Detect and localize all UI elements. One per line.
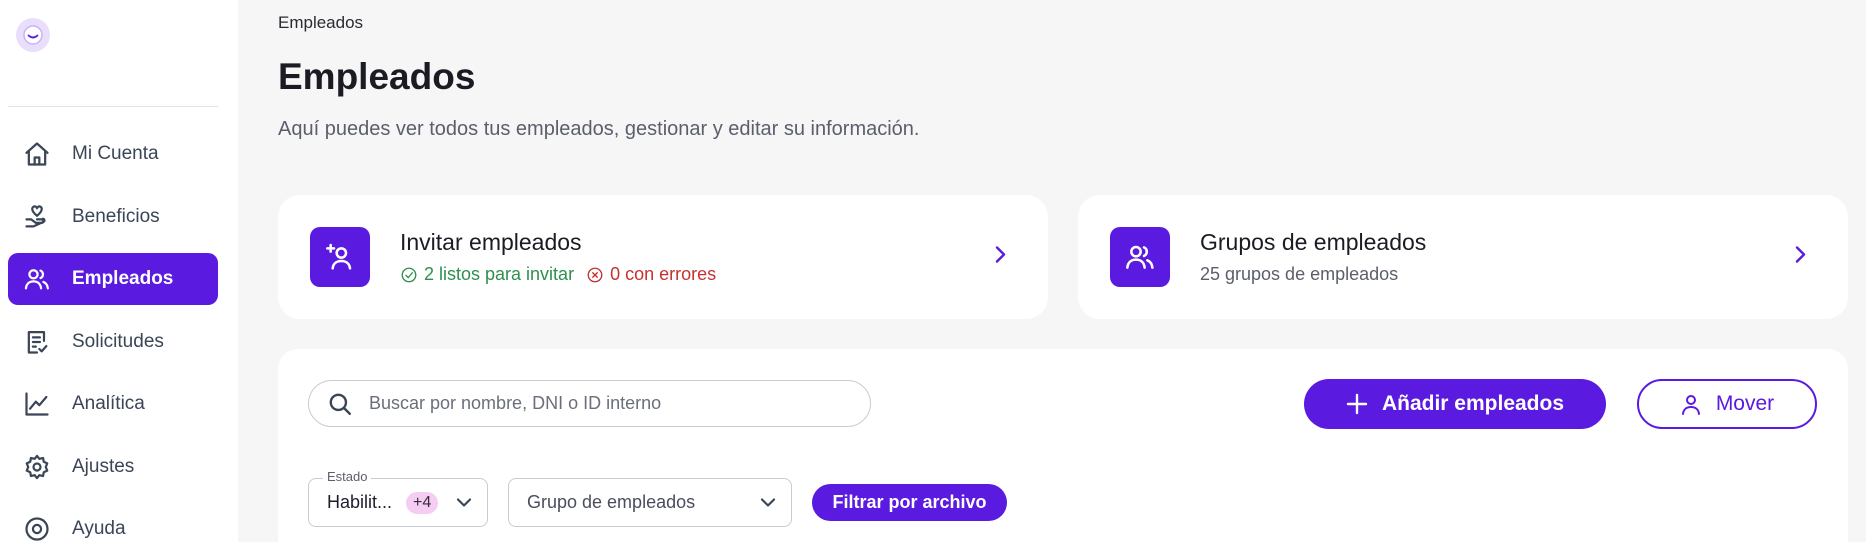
sidebar-item-label: Empleados — [72, 268, 174, 289]
search-input[interactable] — [369, 393, 829, 414]
chevron-down-icon — [455, 492, 473, 513]
move-button[interactable]: Mover — [1637, 379, 1817, 429]
sidebar-item-ayuda[interactable]: Ayuda — [8, 503, 218, 542]
sidebar-nav: Mi Cuenta Beneficios Empleados Solicitud… — [8, 128, 218, 542]
error-count-text: 0 con errores — [610, 264, 717, 284]
sidebar-item-beneficios[interactable]: Beneficios — [8, 191, 218, 243]
add-employees-label: Añadir empleados — [1381, 392, 1565, 415]
sidebar-item-solicitudes[interactable]: Solicitudes — [8, 316, 218, 368]
plus-icon — [1346, 393, 1368, 415]
employee-groups-card[interactable]: Grupos de empleados 25 grupos de emplead… — [1078, 195, 1848, 319]
invite-card-text: Invitar empleados 2 listos para invitar … — [400, 229, 716, 285]
error-status: 0 con errores — [586, 264, 716, 285]
smiley-logo-icon[interactable] — [16, 18, 50, 52]
check-circle-icon — [401, 267, 417, 282]
sidebar-item-empleados[interactable]: Empleados — [8, 253, 218, 305]
sidebar-item-mi-cuenta[interactable]: Mi Cuenta — [8, 128, 218, 180]
chevron-down-icon — [759, 492, 777, 513]
ready-count-text: 2 listos para invitar — [424, 264, 575, 284]
users-group-icon — [1110, 227, 1170, 287]
estado-extra-count-badge: +4 — [406, 491, 439, 514]
groups-card-subtitle: 25 grupos de empleados — [1200, 264, 1399, 284]
estado-filter-label: Estado — [323, 469, 372, 484]
user-icon — [1681, 395, 1700, 415]
employee-group-filter-select[interactable]: Grupo de empleados — [508, 478, 792, 527]
sidebar-divider — [8, 106, 218, 107]
invite-card-status: 2 listos para invitar 0 con errores — [400, 264, 716, 285]
home-icon — [22, 139, 52, 169]
gear-icon — [22, 452, 52, 482]
filter-by-file-button[interactable]: Filtrar por archivo — [812, 484, 1007, 521]
sidebar-item-analitica[interactable]: Analítica — [8, 378, 218, 430]
chevron-right-icon — [990, 243, 1010, 272]
search-icon — [329, 393, 351, 415]
x-circle-icon — [587, 267, 603, 282]
sidebar-item-label: Ayuda — [72, 518, 126, 539]
sidebar-item-label: Solicitudes — [72, 330, 164, 352]
breadcrumb[interactable]: Empleados — [278, 13, 363, 33]
user-plus-icon — [310, 227, 370, 287]
chevron-right-icon — [1790, 243, 1810, 272]
invite-card-title: Invitar empleados — [400, 229, 582, 255]
users-icon — [22, 264, 52, 294]
estado-selected-value: Habilit... — [327, 492, 393, 512]
sidebar-item-label: Ajustes — [72, 455, 135, 477]
sidebar-item-ajustes[interactable]: Ajustes — [8, 441, 218, 493]
groups-card-title: Grupos de empleados — [1200, 229, 1427, 255]
ready-status: 2 listos para invitar — [400, 264, 574, 285]
page-title: Empleados — [278, 56, 476, 97]
hand-heart-icon — [22, 202, 52, 232]
sidebar: Mi Cuenta Beneficios Empleados Solicitud… — [0, 0, 238, 542]
employee-group-placeholder: Grupo de empleados — [527, 492, 696, 512]
groups-card-text: Grupos de empleados 25 grupos de emplead… — [1200, 229, 1426, 285]
chart-line-icon — [22, 389, 52, 419]
add-employees-button[interactable]: Añadir empleados — [1304, 379, 1606, 429]
page-subtitle: Aquí puedes ver todos tus empleados, ges… — [278, 118, 920, 140]
move-label: Mover — [1715, 392, 1775, 415]
sidebar-item-label: Mi Cuenta — [72, 143, 159, 164]
sidebar-item-label: Analítica — [72, 393, 145, 414]
sidebar-item-label: Beneficios — [72, 205, 160, 227]
estado-filter-select[interactable]: Estado Habilit... +4 — [308, 469, 488, 527]
search-box[interactable] — [308, 380, 871, 427]
document-check-icon — [22, 327, 52, 357]
help-icon — [22, 514, 52, 542]
invite-employees-card[interactable]: Invitar empleados 2 listos para invitar … — [278, 195, 1048, 319]
